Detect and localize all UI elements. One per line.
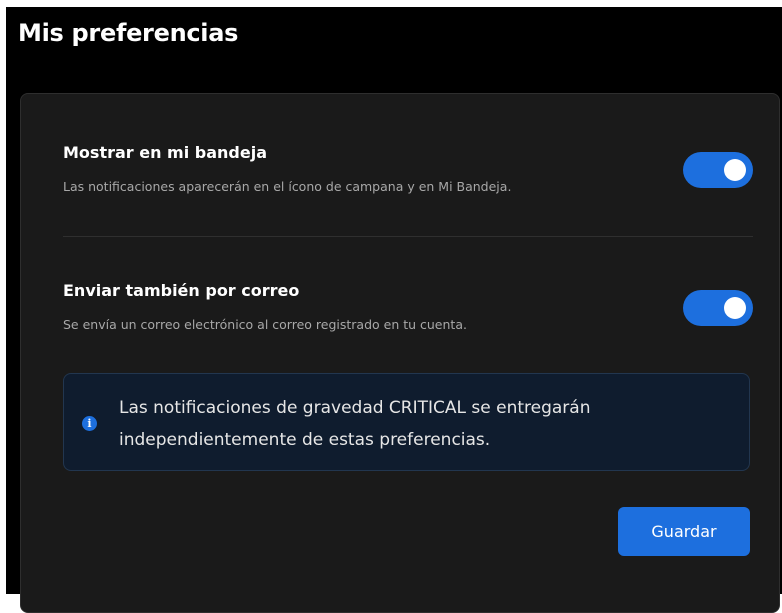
preference-row-inbox: Mostrar en mi bandeja Las notificaciones…: [63, 143, 753, 203]
preference-row-email: Enviar también por correo Se envía un co…: [63, 281, 753, 341]
page-title: Mis preferencias: [18, 19, 239, 47]
info-circle-icon: i: [82, 416, 97, 431]
info-text: Las notificaciones de gravedad CRITICAL …: [119, 398, 591, 450]
toggle-knob: [724, 159, 746, 181]
save-button[interactable]: Guardar: [618, 507, 750, 556]
email-toggle[interactable]: [683, 290, 753, 326]
preference-description: Se envía un correo electrónico al correo…: [63, 317, 467, 332]
preferences-window: Mis preferencias Mostrar en mi bandeja L…: [6, 7, 782, 613]
preference-description: Las notificaciones aparecerán en el ícon…: [63, 179, 512, 194]
preferences-card: Mostrar en mi bandeja Las notificaciones…: [20, 93, 780, 613]
preference-title: Enviar también por correo: [63, 281, 300, 300]
inbox-toggle[interactable]: [683, 152, 753, 188]
divider: [63, 236, 753, 237]
info-notice: i Las notificaciones de gravedad CRITICA…: [63, 373, 750, 471]
toggle-knob: [724, 297, 746, 319]
preference-title: Mostrar en mi bandeja: [63, 143, 267, 162]
